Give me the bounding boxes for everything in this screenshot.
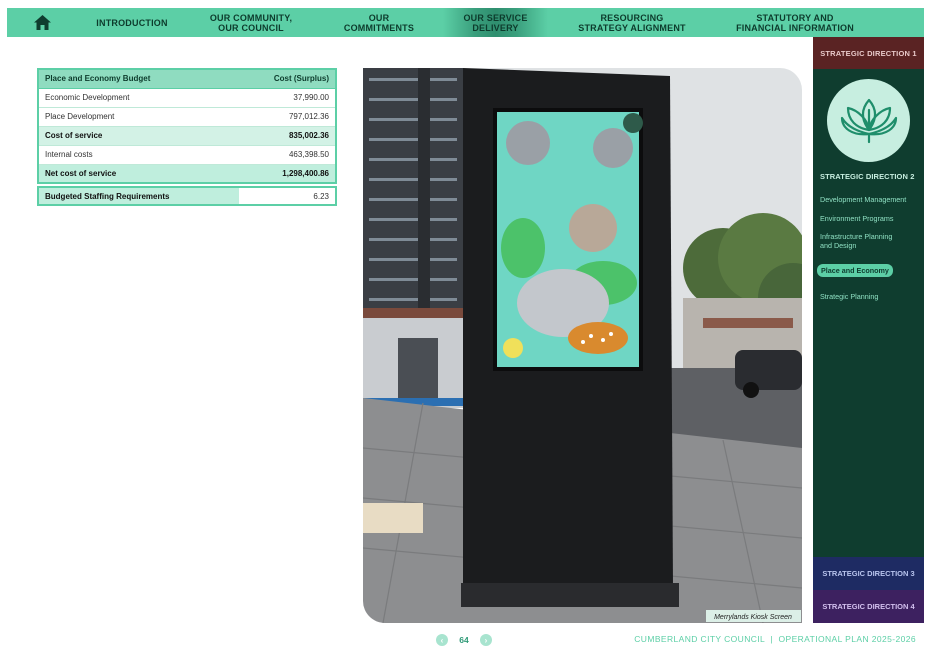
nav-label: RESOURCING <box>600 12 664 23</box>
nav-label: COMMITMENTS <box>343 22 415 33</box>
strategic-direction-3-tab[interactable]: STRATEGIC DIRECTION 3 <box>813 557 924 590</box>
nav-label: FINANCIAL INFORMATION <box>736 22 854 33</box>
table-row-total: Net cost of service 1,298,400.86 <box>38 164 336 183</box>
nav-label: DELIVERY <box>472 22 519 33</box>
row-label: Internal costs <box>38 145 228 165</box>
nav-label: STRATEGY ALIGNMENT <box>578 22 686 33</box>
page-navigation: ‹ 64 › <box>436 634 492 646</box>
nav-label: OUR SERVICE <box>463 12 528 23</box>
staffing-value: 6.23 <box>313 191 329 201</box>
lotus-leaf-icon <box>840 98 897 143</box>
budget-table: Place and Economy Budget Cost (Surplus) … <box>37 68 337 184</box>
strategic-direction-2-title[interactable]: STRATEGIC DIRECTION 2 <box>820 172 914 181</box>
nav-label: OUR COMMUNITY, <box>209 12 293 23</box>
page-number: 64 <box>459 635 469 645</box>
sidebar-item-environment-programs[interactable]: Environment Programs <box>817 214 922 223</box>
direction-emblem <box>827 79 910 162</box>
budget-header-value: Cost (Surplus) <box>227 69 336 89</box>
row-value: 797,012.36 <box>227 107 336 127</box>
prev-page-button[interactable]: ‹ <box>436 634 448 646</box>
table-row-subtotal: Cost of service 835,002.36 <box>38 126 336 146</box>
table-row: Internal costs 463,398.50 <box>38 145 336 165</box>
nav-label: OUR <box>368 12 390 23</box>
next-page-button[interactable]: › <box>480 634 492 646</box>
nav-label: INTRODUCTION <box>96 17 168 28</box>
top-navigation: INTRODUCTION OUR COMMUNITY, OUR COUNCIL O… <box>7 8 924 37</box>
nav-label: OUR COUNCIL <box>218 22 284 33</box>
sidebar-item-infrastructure-planning[interactable]: Infrastructure Planning and Design <box>817 232 902 250</box>
row-label: Place Development <box>38 107 228 127</box>
sidebar-item-strategic-planning[interactable]: Strategic Planning <box>817 292 922 301</box>
nav-our-service-delivery[interactable]: OUR SERVICE DELIVERY <box>443 8 548 37</box>
kiosk-photo-image: Merrylands Kiosk Screen <box>363 68 802 623</box>
strategic-direction-1-tab[interactable]: STRATEGIC DIRECTION 1 <box>813 37 924 69</box>
nav-label: STATUTORY AND <box>756 12 834 23</box>
staffing-requirements: Budgeted Staffing Requirements 6.23 <box>37 186 337 206</box>
nav-our-community[interactable]: OUR COMMUNITY, OUR COUNCIL <box>187 8 315 37</box>
nav-our-commitments[interactable]: OUR COMMITMENTS <box>315 8 443 37</box>
staffing-label: Budgeted Staffing Requirements <box>39 188 239 204</box>
sidebar-item-development-management[interactable]: Development Management <box>817 195 922 204</box>
nav-introduction[interactable]: INTRODUCTION <box>77 8 187 37</box>
row-label: Net cost of service <box>38 164 228 183</box>
chevron-left-icon: ‹ <box>440 635 444 645</box>
table-header-row: Place and Economy Budget Cost (Surplus) <box>38 69 336 89</box>
row-value: 1,298,400.86 <box>227 164 336 183</box>
table-row: Place Development 797,012.36 <box>38 107 336 127</box>
strategic-directions-sidebar: STRATEGIC DIRECTION 1 STRATEGIC DIRECTIO… <box>813 37 924 623</box>
row-value: 835,002.36 <box>227 126 336 146</box>
row-value: 37,990.00 <box>227 88 336 108</box>
row-label: Economic Development <box>38 88 228 108</box>
photo-caption: Merrylands Kiosk Screen <box>714 614 792 621</box>
kiosk-photo: Merrylands Kiosk Screen <box>363 68 802 623</box>
budget-header-label: Place and Economy Budget <box>38 69 228 89</box>
sidebar-item-place-and-economy[interactable]: Place and Economy <box>817 263 893 277</box>
row-value: 463,398.50 <box>227 145 336 165</box>
table-row: Economic Development 37,990.00 <box>38 88 336 108</box>
nav-statutory-financial[interactable]: STATUTORY AND FINANCIAL INFORMATION <box>716 8 874 37</box>
nav-resourcing-strategy[interactable]: RESOURCING STRATEGY ALIGNMENT <box>548 8 716 37</box>
home-icon <box>33 15 51 30</box>
row-label: Cost of service <box>38 126 228 146</box>
chevron-right-icon: › <box>484 635 488 645</box>
home-button[interactable] <box>7 8 77 37</box>
direction-2-links: Development Management Environment Progr… <box>817 195 922 311</box>
footer-title: CUMBERLAND CITY COUNCIL | OPERATIONAL PL… <box>634 634 916 644</box>
strategic-direction-4-tab[interactable]: STRATEGIC DIRECTION 4 <box>813 590 924 623</box>
